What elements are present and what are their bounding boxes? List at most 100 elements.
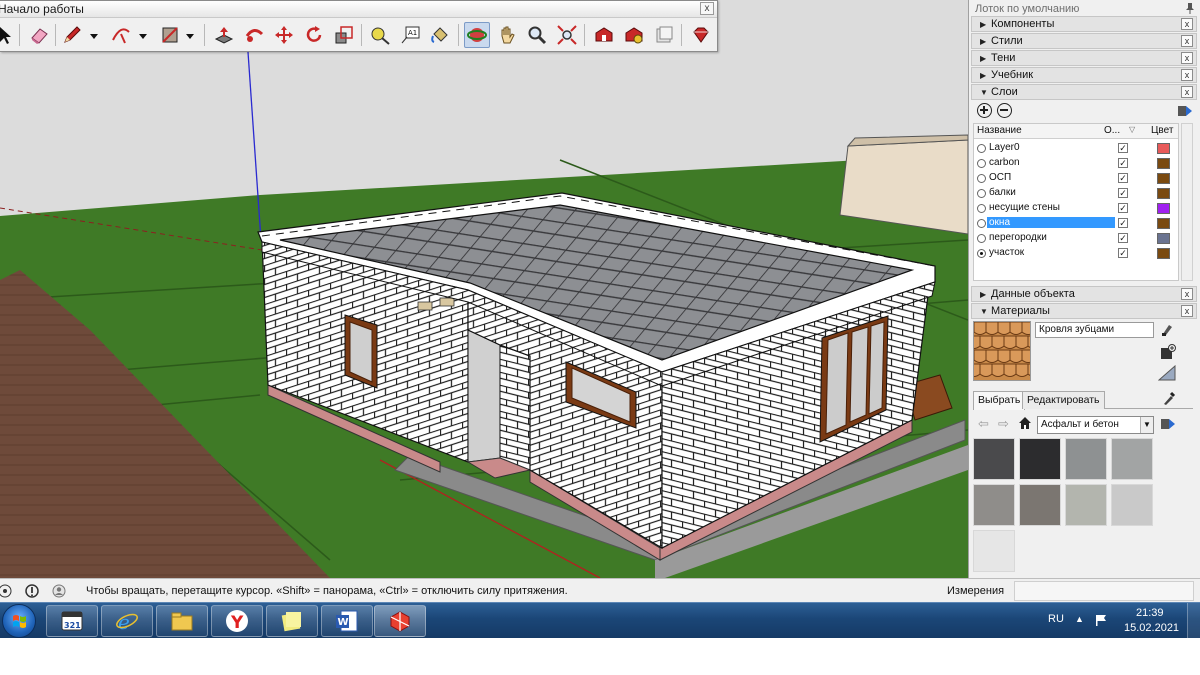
visible-checkbox[interactable]: ✓ <box>1118 188 1128 198</box>
rotate-tool-button[interactable] <box>301 22 327 48</box>
layer-row[interactable]: ОСП ✓ <box>974 171 1178 186</box>
model-viewport[interactable] <box>0 0 968 578</box>
material-library-select[interactable]: Асфальт и бетон ▼ <box>1037 416 1154 434</box>
tab-select[interactable]: Выбрать <box>973 391 1026 410</box>
taskbar-sticky-notes[interactable] <box>266 605 318 637</box>
visible-checkbox[interactable]: ✓ <box>1118 143 1128 153</box>
layer-color-swatch[interactable] <box>1157 233 1170 244</box>
panel-entity-info[interactable]: ▶ Данные объекта x <box>971 286 1197 302</box>
credits-icon[interactable] <box>25 584 39 598</box>
3d-warehouse-tool-button[interactable] <box>591 22 617 48</box>
layer-color-swatch[interactable] <box>1157 218 1170 229</box>
visible-checkbox[interactable]: ✓ <box>1118 218 1128 228</box>
details-arrow-icon[interactable] <box>1160 416 1176 432</box>
back-arrow-icon[interactable]: ⇦ <box>978 416 989 432</box>
panel-close-button[interactable]: x <box>1181 86 1193 98</box>
taskbar-sketchup[interactable] <box>374 605 426 637</box>
layer-row[interactable]: окна ✓ <box>974 216 1178 231</box>
layer-row[interactable]: перегородки ✓ <box>974 231 1178 246</box>
panel-close-button[interactable]: x <box>1181 35 1193 47</box>
rectangle-dropdown-icon[interactable] <box>186 32 194 40</box>
panel-instructor[interactable]: ▶ Учебник x <box>971 67 1197 83</box>
layer-name[interactable]: окна <box>987 217 1115 228</box>
active-layer-radio[interactable] <box>977 219 986 228</box>
taskbar-internet-explorer[interactable]: e <box>101 605 153 637</box>
active-layer-radio[interactable] <box>977 144 986 153</box>
layer-row[interactable]: несущие стены ✓ <box>974 201 1178 216</box>
layer-row[interactable]: carbon ✓ <box>974 156 1178 171</box>
layers-scrollbar[interactable] <box>1181 123 1193 281</box>
panel-close-button[interactable]: x <box>1181 288 1193 300</box>
push-pull-tool-button[interactable] <box>211 22 237 48</box>
show-hidden-icons-icon[interactable]: ▲ <box>1075 614 1084 624</box>
layer-color-swatch[interactable] <box>1157 173 1170 184</box>
layer-name[interactable]: ОСП <box>989 172 1011 183</box>
toolbar-close-button[interactable]: x <box>700 2 714 15</box>
panel-materials[interactable]: ▼ Материалы x <box>971 303 1197 319</box>
panel-components[interactable]: ▶ Компоненты x <box>971 16 1197 32</box>
panel-close-button[interactable]: x <box>1181 69 1193 81</box>
pencil-tool-button[interactable] <box>59 22 85 48</box>
pencil-dropdown-icon[interactable] <box>90 32 98 40</box>
forward-arrow-icon[interactable]: ⇨ <box>998 416 1009 432</box>
text-tool-button[interactable]: A1 <box>397 22 423 48</box>
layer-name[interactable]: carbon <box>989 157 1020 168</box>
show-desktop-button[interactable] <box>1187 603 1200 639</box>
zoom-tool-button[interactable] <box>524 22 550 48</box>
material-swatch[interactable] <box>1065 438 1107 480</box>
add-layer-button[interactable] <box>977 103 992 118</box>
layer-color-swatch[interactable] <box>1157 188 1170 199</box>
start-button[interactable] <box>2 604 36 638</box>
panel-close-button[interactable]: x <box>1181 305 1193 317</box>
active-layer-radio[interactable] <box>977 174 986 183</box>
material-swatch[interactable] <box>973 484 1015 526</box>
visible-checkbox[interactable]: ✓ <box>1118 158 1128 168</box>
toolbar-titlebar[interactable]: Начало работы x <box>0 1 717 18</box>
column-visible[interactable]: О... <box>1104 125 1120 136</box>
geo-location-icon[interactable] <box>0 584 12 598</box>
panel-close-button[interactable]: x <box>1181 52 1193 64</box>
material-swatch[interactable] <box>1019 438 1061 480</box>
pan-tool-button[interactable] <box>494 22 520 48</box>
language-indicator[interactable]: RU <box>1048 613 1064 625</box>
taskbar-yandex-browser[interactable]: Y <box>211 605 263 637</box>
visible-checkbox[interactable]: ✓ <box>1118 203 1128 213</box>
zoom-extents-tool-button[interactable] <box>554 22 580 48</box>
extension-warehouse-tool-button[interactable] <box>621 22 647 48</box>
material-swatch[interactable] <box>973 530 1015 572</box>
layer-color-swatch[interactable] <box>1157 248 1170 259</box>
clock-date[interactable]: 15.02.2021 <box>1124 622 1179 634</box>
orbit-tool-button[interactable] <box>464 22 490 48</box>
delete-layer-button[interactable] <box>997 103 1012 118</box>
material-swatch[interactable] <box>1111 438 1153 480</box>
material-swatch[interactable] <box>1065 484 1107 526</box>
clock-time[interactable]: 21:39 <box>1136 607 1164 619</box>
user-icon[interactable] <box>52 584 66 598</box>
arc-dropdown-icon[interactable] <box>139 32 147 40</box>
visible-checkbox[interactable]: ✓ <box>1118 173 1128 183</box>
visible-checkbox[interactable]: ✓ <box>1118 233 1128 243</box>
layer-color-swatch[interactable] <box>1157 158 1170 169</box>
scale-tool-button[interactable] <box>331 22 357 48</box>
layer-row[interactable]: балки ✓ <box>974 186 1178 201</box>
active-layer-radio[interactable] <box>977 204 986 213</box>
taskbar-file-explorer[interactable] <box>156 605 208 637</box>
column-name[interactable]: Название <box>977 125 1022 136</box>
eyedropper-icon[interactable] <box>1161 390 1177 406</box>
layer-row[interactable]: участок ✓ <box>974 246 1178 261</box>
panel-styles[interactable]: ▶ Стили x <box>971 33 1197 49</box>
layer-color-swatch[interactable] <box>1157 143 1170 154</box>
panel-layers[interactable]: ▼ Слои x <box>971 84 1197 100</box>
follow-me-tool-button[interactable] <box>241 22 267 48</box>
select-tool-button[interactable] <box>0 22 18 48</box>
active-layer-radio[interactable] <box>977 249 986 258</box>
column-color[interactable]: Цвет <box>1151 125 1173 136</box>
default-material-icon[interactable] <box>1158 365 1176 381</box>
action-center-flag-icon[interactable] <box>1094 613 1108 627</box>
panel-close-button[interactable]: x <box>1181 18 1193 30</box>
visible-checkbox[interactable]: ✓ <box>1118 248 1128 258</box>
tab-edit[interactable]: Редактировать <box>1022 391 1105 409</box>
arc-tool-button[interactable] <box>108 22 134 48</box>
taskbar-media-player[interactable]: 321 <box>46 605 98 637</box>
pin-icon[interactable] <box>1184 2 1196 14</box>
